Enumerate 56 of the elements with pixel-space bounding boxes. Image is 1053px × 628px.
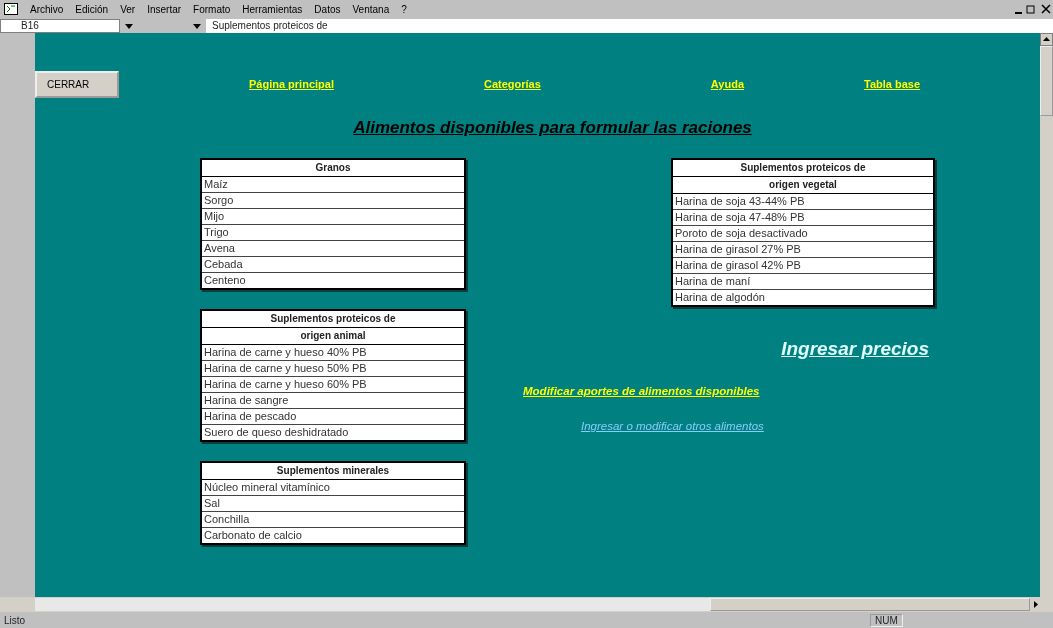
table-cell[interactable]: Harina de carne y hueso 40% PB bbox=[202, 344, 464, 361]
table-header: origen vegetal bbox=[673, 176, 933, 194]
table-cell[interactable]: Conchilla bbox=[202, 511, 464, 528]
table-cell[interactable]: Sal bbox=[202, 495, 464, 512]
table-cell[interactable]: Cebada bbox=[202, 256, 464, 273]
table-cell[interactable]: Harina de girasol 27% PB bbox=[673, 241, 933, 258]
window-controls-icon[interactable] bbox=[1013, 3, 1053, 15]
nav-link[interactable]: Categorías bbox=[483, 75, 541, 93]
table-cell[interactable]: Poroto de soja desactivado bbox=[673, 225, 933, 242]
menu-item[interactable]: Formato bbox=[193, 1, 231, 17]
table-cell[interactable]: Carbonato de calcio bbox=[202, 527, 464, 543]
table-cell[interactable]: Centeno bbox=[202, 272, 464, 288]
menu-item[interactable]: Herramientas bbox=[242, 1, 303, 17]
scroll-up-icon[interactable] bbox=[1040, 33, 1053, 46]
formula-field[interactable]: Suplementos proteicos de bbox=[206, 18, 1053, 33]
table-cell[interactable]: Harina de sangre bbox=[202, 392, 464, 409]
table-cell[interactable]: Harina de soja 47-48% PB bbox=[673, 209, 933, 226]
menu-item[interactable]: Insertar bbox=[147, 1, 182, 17]
table-cell[interactable]: Suero de queso deshidratado bbox=[202, 424, 464, 440]
table-cell[interactable]: Harina de maní bbox=[673, 273, 933, 290]
menu-item[interactable]: Ver bbox=[120, 1, 136, 17]
hyperlink[interactable]: Modificar aportes de alimentos disponibles bbox=[523, 383, 935, 401]
hyperlink[interactable]: Ingresar precios bbox=[781, 334, 929, 363]
table-cell[interactable]: Núcleo mineral vitamínico bbox=[202, 479, 464, 496]
table-cell[interactable]: Trigo bbox=[202, 224, 464, 241]
name-box[interactable]: B16 bbox=[0, 18, 120, 33]
table-cell[interactable]: Harina de soja 43-44% PB bbox=[673, 193, 933, 210]
table-cell[interactable]: Maíz bbox=[202, 176, 464, 193]
table-header: Suplementos minerales bbox=[202, 462, 464, 480]
menu-item[interactable]: Ventana bbox=[352, 1, 390, 17]
nav-link[interactable]: Tabla base bbox=[864, 75, 921, 93]
table-cell[interactable]: Harina de girasol 42% PB bbox=[673, 257, 933, 274]
table-cell[interactable]: Mijo bbox=[202, 208, 464, 225]
scroll-thumb[interactable] bbox=[710, 598, 1030, 611]
table-cell[interactable]: Harina de carne y hueso 50% PB bbox=[202, 360, 464, 377]
menu-item[interactable]: Edición bbox=[75, 1, 109, 17]
menu-item[interactable]: Archivo bbox=[30, 1, 64, 17]
menu-item[interactable]: ? bbox=[401, 1, 407, 17]
scroll-thumb[interactable] bbox=[1040, 46, 1053, 116]
table-header: origen animal bbox=[202, 327, 464, 345]
sheet-title: Alimentos disponibles para formular las raciones bbox=[353, 117, 752, 139]
status-indicator: NUM bbox=[870, 613, 903, 627]
table-header: Suplementos proteicos de bbox=[202, 310, 464, 328]
nav-link[interactable]: Página principal bbox=[249, 75, 334, 93]
table-header: Granos bbox=[202, 159, 464, 177]
table-cell[interactable]: Harina de pescado bbox=[202, 408, 464, 425]
nav-link[interactable]: Ayuda bbox=[710, 75, 745, 93]
table-cell[interactable]: Avena bbox=[202, 240, 464, 257]
close-button[interactable]: CERRAR bbox=[35, 70, 119, 98]
menu-item[interactable]: Datos bbox=[314, 1, 341, 17]
table-cell[interactable]: Sorgo bbox=[202, 192, 464, 209]
table-cell[interactable]: Harina de carne y hueso 60% PB bbox=[202, 376, 464, 393]
table-header: Suplementos proteicos de bbox=[673, 159, 933, 177]
table-cell[interactable]: Harina de algodón bbox=[673, 289, 933, 305]
workbook-icon[interactable] bbox=[4, 3, 18, 15]
status-message: Listo bbox=[4, 613, 27, 628]
